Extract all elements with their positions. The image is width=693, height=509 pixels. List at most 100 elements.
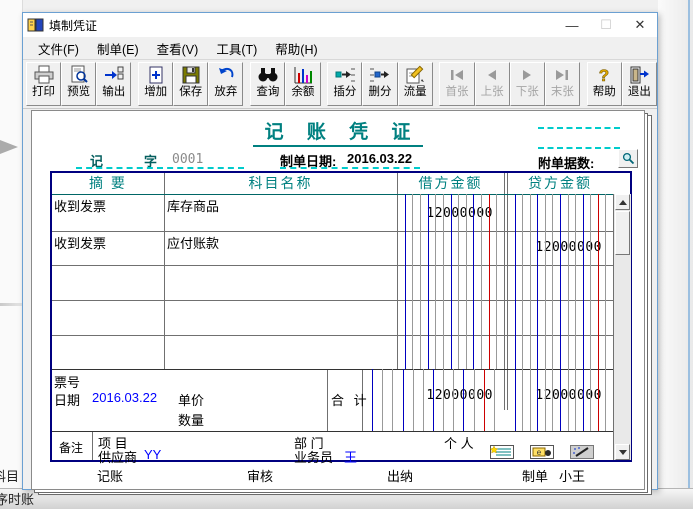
- menu-view[interactable]: 查看(V): [148, 37, 208, 60]
- first-page-button[interactable]: 首张: [439, 62, 474, 106]
- salesman-label: 业务员: [294, 447, 333, 466]
- header-credit: 贷方金额: [507, 174, 613, 193]
- grid-line: [327, 369, 328, 431]
- row-account-cell[interactable]: 应付账款: [167, 233, 219, 252]
- toolbar-separator: [243, 62, 250, 106]
- voucher-window: 填制凭证 — ☐ ✕ 文件(F) 制单(E) 查看(V) 工具(T) 帮助(H)…: [22, 12, 658, 490]
- close-button[interactable]: ✕: [623, 13, 657, 37]
- toolbar: 打印 预览 输出 增加 保存 放弃: [23, 59, 657, 109]
- prev-page-button[interactable]: 上张: [475, 62, 510, 106]
- output-icon: [103, 65, 125, 85]
- toolbar-separator: [433, 62, 440, 106]
- toolbar-separator: [321, 62, 328, 106]
- print-button[interactable]: 打印: [26, 62, 61, 106]
- row-summary-cell[interactable]: 收到发票: [54, 196, 106, 215]
- grid-line: [52, 431, 630, 432]
- menu-help[interactable]: 帮助(H): [266, 37, 326, 60]
- voucher-date-value[interactable]: 2016.03.22: [347, 151, 412, 166]
- background-item-subjects[interactable]: 科目: [0, 466, 19, 485]
- delete-line-button[interactable]: 删分: [362, 62, 397, 106]
- next-page-button[interactable]: 下张: [510, 62, 545, 106]
- header-summary: 摘 要: [52, 174, 164, 193]
- background-divider: [0, 303, 22, 306]
- help-icon: ?: [593, 65, 615, 85]
- header-account: 科目名称: [164, 174, 397, 193]
- magic-wand-icon[interactable]: [570, 445, 594, 459]
- discard-button[interactable]: 放弃: [208, 62, 243, 106]
- scrollbar-thumb[interactable]: [615, 211, 630, 255]
- scroll-up-button[interactable]: [615, 194, 630, 210]
- preparer-label: 制单: [522, 466, 548, 485]
- add-doc-icon: [145, 65, 167, 85]
- header-debit: 借方金额: [397, 174, 504, 193]
- title-bar[interactable]: 填制凭证 — ☐ ✕: [23, 13, 657, 37]
- first-page-icon: [446, 65, 468, 85]
- triangle-down-icon: [619, 450, 627, 455]
- memo-list-icon[interactable]: [490, 445, 514, 459]
- remarks-label: 备注: [59, 439, 83, 456]
- minimize-button[interactable]: —: [555, 13, 589, 37]
- save-button[interactable]: 保存: [173, 62, 208, 106]
- background-window-edge: [688, 0, 690, 509]
- detail-date-value[interactable]: 2016.03.22: [92, 390, 157, 405]
- exit-button[interactable]: 退出: [622, 62, 657, 106]
- app-book-icon: [27, 17, 44, 33]
- help-button[interactable]: ? 帮助: [587, 62, 622, 106]
- person-label: 个 人: [444, 433, 474, 452]
- attachment-count-label: 附单据数:: [538, 153, 594, 172]
- next-page-icon: [516, 65, 538, 85]
- voucher-word-underline: [76, 167, 244, 169]
- attachment-dashed-line-2: [538, 147, 620, 149]
- total-debit-ledger: 12000000: [362, 369, 504, 431]
- background-arrow-stem: [0, 145, 8, 149]
- screen-browse-icon[interactable]: e: [530, 445, 554, 459]
- voucher-paper: 记 账 凭 证 记 字 0001 制单日期: 2016.03.22 附单据数:: [31, 110, 645, 490]
- last-page-icon: [551, 65, 573, 85]
- grid-line: [164, 173, 165, 369]
- debit-amount: 12000000: [426, 206, 493, 221]
- total-credit-ledger: 12000000: [507, 369, 613, 431]
- printer-icon: [33, 65, 55, 85]
- voucher-body: 记 账 凭 证 记 字 0001 制单日期: 2016.03.22 附单据数:: [23, 109, 657, 509]
- undo-icon: [215, 65, 237, 85]
- triangle-up-icon: [619, 200, 627, 205]
- salesman-value[interactable]: 王: [344, 447, 357, 466]
- supplier-value[interactable]: YY: [144, 447, 161, 462]
- toolbar-separator: [580, 62, 587, 106]
- preparer-value[interactable]: 小王: [559, 466, 585, 485]
- menu-tools[interactable]: 工具(T): [207, 37, 266, 60]
- voucher-number[interactable]: 0001: [172, 152, 203, 167]
- credit-ledger-column[interactable]: 12000000: [507, 194, 613, 369]
- row-summary-cell[interactable]: 收到发票: [54, 233, 106, 252]
- voucher-date-underline: [280, 167, 420, 169]
- menu-make-voucher[interactable]: 制单(E): [88, 37, 148, 60]
- add-button[interactable]: 增加: [138, 62, 173, 106]
- preview-button[interactable]: 预览: [61, 62, 96, 106]
- screen: 科目 序时账 填制凭证 — ☐ ✕ 文件(F) 制单(E) 查看(V) 工具(T…: [0, 0, 693, 509]
- last-page-button[interactable]: 末张: [545, 62, 580, 106]
- debit-ledger-column[interactable]: 12000000: [397, 194, 504, 369]
- grid-line: [504, 173, 505, 410]
- scroll-down-button[interactable]: [615, 444, 630, 460]
- binoculars-icon: [257, 65, 279, 85]
- ticket-number-label: 票号: [54, 372, 80, 391]
- cashier-label: 出纳: [387, 466, 413, 485]
- insert-row-icon: [334, 65, 356, 85]
- balance-button[interactable]: 余额: [285, 62, 320, 106]
- svg-text:e: e: [537, 448, 542, 457]
- magnifier-icon: [622, 152, 635, 165]
- voucher-title: 记 账 凭 证: [32, 117, 644, 144]
- menu-file[interactable]: 文件(F): [29, 37, 88, 60]
- attachment-lookup-button[interactable]: [618, 149, 638, 168]
- unit-price-label: 单价: [178, 390, 204, 409]
- grid-line: [92, 431, 93, 460]
- row-account-cell[interactable]: 库存商品: [167, 196, 219, 215]
- maximize-button[interactable]: ☐: [589, 13, 623, 37]
- export-button[interactable]: 输出: [96, 62, 131, 106]
- table-scrollbar[interactable]: [613, 194, 631, 460]
- insert-line-button[interactable]: 插分: [327, 62, 362, 106]
- query-button[interactable]: 查询: [250, 62, 285, 106]
- quantity-label: 数量: [178, 410, 204, 429]
- flow-button[interactable]: 流量: [398, 62, 433, 106]
- window-title: 填制凭证: [49, 17, 97, 34]
